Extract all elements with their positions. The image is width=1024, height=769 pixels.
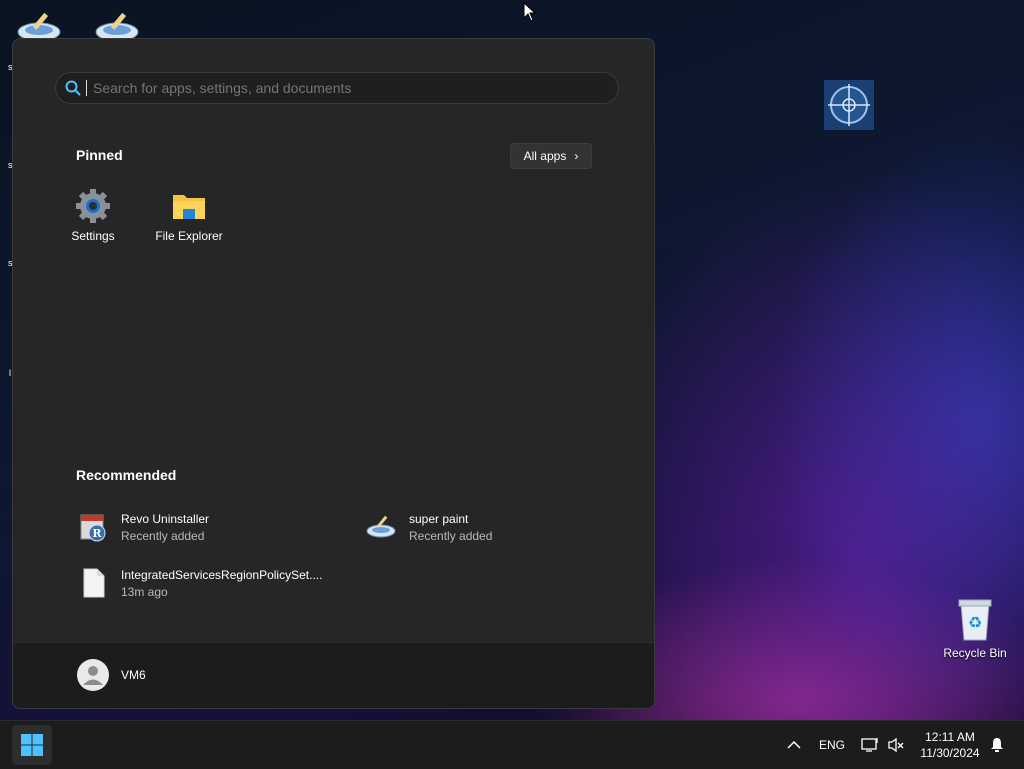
svg-text:R: R	[92, 527, 102, 540]
pinned-settings-label: Settings	[71, 229, 115, 243]
search-icon	[65, 80, 81, 96]
svg-text:♻: ♻	[968, 613, 982, 632]
recommended-item-subtitle: Recently added	[121, 528, 205, 543]
start-search-box[interactable]	[55, 72, 619, 104]
revo-uninstaller-icon: R	[80, 514, 106, 542]
bell-icon	[991, 738, 1003, 752]
user-account-button[interactable]: VM6	[77, 659, 146, 691]
recommended-item-name: Revo Uninstaller	[121, 511, 210, 526]
windows-logo-icon	[21, 734, 43, 756]
recycle-bin-icon: ♻	[958, 599, 992, 641]
desktop-target-app-icon[interactable]	[824, 80, 874, 130]
avatar	[77, 659, 109, 691]
recommended-item-name: super paint	[409, 511, 469, 526]
desktop-label-fragment: l	[9, 368, 11, 378]
volume-button[interactable]	[884, 733, 908, 757]
recommended-item-super-paint[interactable]: super paint Recently added	[365, 511, 492, 543]
paint-icon	[366, 515, 396, 538]
start-menu: Pinned All apps › Settings	[12, 38, 655, 709]
speaker-muted-icon	[888, 737, 904, 753]
network-disconnected-icon	[861, 738, 878, 752]
mouse-cursor-icon	[523, 2, 537, 22]
user-name: VM6	[121, 668, 146, 682]
recommended-item-policy-file[interactable]: IntegratedServicesRegionPolicySet.... 13…	[77, 567, 322, 599]
crosshair-icon	[824, 80, 874, 130]
all-apps-button[interactable]: All apps ›	[510, 143, 592, 169]
file-icon	[83, 568, 105, 598]
recommended-item-subtitle: Recently added	[409, 528, 493, 543]
recommended-heading: Recommended	[76, 467, 177, 483]
recycle-bin-label: Recycle Bin	[943, 646, 1007, 660]
recommended-item-name: IntegratedServicesRegionPolicySet....	[121, 567, 323, 582]
folder-icon	[173, 195, 205, 219]
start-menu-footer: VM6	[13, 642, 654, 708]
chevron-right-icon: ›	[574, 149, 579, 163]
notifications-button[interactable]	[986, 733, 1008, 757]
clock-date: 11/30/2024	[920, 746, 980, 760]
pinned-file-explorer[interactable]: File Explorer	[149, 189, 229, 243]
network-status-button[interactable]	[858, 733, 882, 757]
all-apps-label: All apps	[523, 149, 567, 163]
recommended-item-revo[interactable]: R Revo Uninstaller Recently added	[77, 511, 209, 543]
settings-gear-icon	[76, 189, 110, 223]
pinned-file-explorer-label: File Explorer	[155, 229, 223, 243]
show-hidden-icons-button[interactable]	[782, 733, 806, 757]
pinned-heading: Pinned	[76, 147, 123, 163]
input-language-button[interactable]: ENG	[814, 733, 850, 757]
chevron-up-icon	[787, 740, 801, 749]
recommended-item-subtitle: 13m ago	[121, 584, 168, 599]
start-button[interactable]	[12, 725, 52, 765]
taskbar: ENG 12:11 AM 11/30/2024	[0, 720, 1024, 769]
search-input[interactable]	[87, 80, 593, 96]
pinned-settings[interactable]: Settings	[53, 189, 133, 243]
clock-button[interactable]: 12:11 AM 11/30/2024	[914, 727, 986, 763]
recycle-bin[interactable]: ♻ Recycle Bin	[940, 596, 1010, 660]
clock-time: 12:11 AM	[925, 730, 975, 744]
